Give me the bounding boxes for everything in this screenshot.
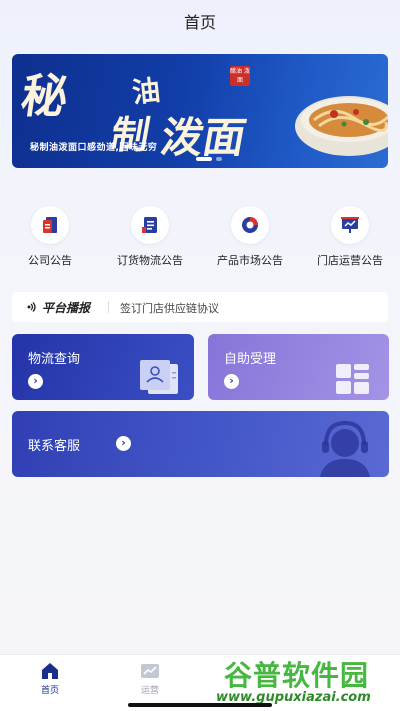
watermark-name: 谷普软件园 — [224, 659, 370, 692]
notice-logistics-label: 订货物流公告 — [117, 254, 183, 267]
notice-logistics[interactable]: 订货物流公告 — [100, 200, 200, 270]
chart-icon — [141, 664, 159, 678]
tab-operations-label: 运营 — [140, 686, 159, 696]
notice-company[interactable]: 公司公告 — [0, 200, 100, 270]
page-title: 首页 — [183, 13, 216, 32]
tab-home-label: 首页 — [40, 686, 59, 696]
noodle-bowl-image — [295, 96, 388, 156]
presentation-chart-icon — [331, 206, 369, 244]
list-document-icon — [131, 206, 169, 244]
pie-chart-icon — [231, 206, 269, 244]
chevron-right-icon[interactable]: › — [224, 374, 239, 389]
banner-pagination — [196, 157, 222, 161]
broadcast-divider — [108, 301, 109, 313]
notice-company-label: 公司公告 — [28, 254, 72, 267]
customer-service-label: 联系客服 — [28, 439, 81, 454]
notice-store-ops[interactable]: 门店运营公告 — [300, 200, 400, 270]
chevron-right-icon[interactable]: › — [28, 374, 43, 389]
chevron-right-icon[interactable]: › — [116, 436, 131, 451]
broadcast-text[interactable]: 签订门店供应链协议 — [120, 300, 219, 316]
home-indicator — [128, 703, 272, 707]
banner-seal: 醋油 泼面 — [230, 66, 250, 86]
notice-store-ops-label: 门店运营公告 — [317, 254, 383, 267]
notice-market-label: 产品市场公告 — [217, 254, 283, 267]
customer-service-card[interactable]: 联系客服 › — [12, 411, 389, 477]
promo-banner[interactable]: 秘 油 制 泼面 醋油 泼面 秘制油泼面口感劲道,回味无穷 — [12, 54, 388, 168]
broadcast-signal-icon — [27, 302, 36, 312]
document-icon — [31, 206, 69, 244]
home-icon — [42, 663, 58, 679]
notice-market[interactable]: 产品市场公告 — [200, 200, 300, 270]
self-service-label: 自助受理 — [224, 352, 277, 367]
banner-title-char-4: 泼面 — [157, 113, 250, 162]
self-service-card[interactable]: 自助受理 › — [208, 334, 389, 400]
grid-apps-icon — [336, 364, 369, 394]
banner-dot[interactable] — [216, 157, 222, 161]
tab-home[interactable]: 首页 — [0, 655, 100, 711]
headset-agent-icon — [320, 420, 370, 477]
logistics-query-label: 物流查询 — [28, 352, 81, 367]
notice-categories: 公司公告 订货物流公告 产品市场公告 门店运营公告 — [0, 200, 400, 270]
banner-slogan: 秘制油泼面口感劲道,回味无穷 — [30, 143, 158, 153]
banner-title-char-1: 秘 — [17, 69, 70, 123]
logistics-query-card[interactable]: 物流查询 › — [12, 334, 194, 400]
id-card-icon — [140, 360, 178, 394]
banner-dot-active[interactable] — [196, 157, 212, 161]
broadcast-title: 平台播报 — [42, 301, 91, 315]
platform-broadcast[interactable]: 平台播报 签订门店供应链协议 — [12, 292, 388, 322]
